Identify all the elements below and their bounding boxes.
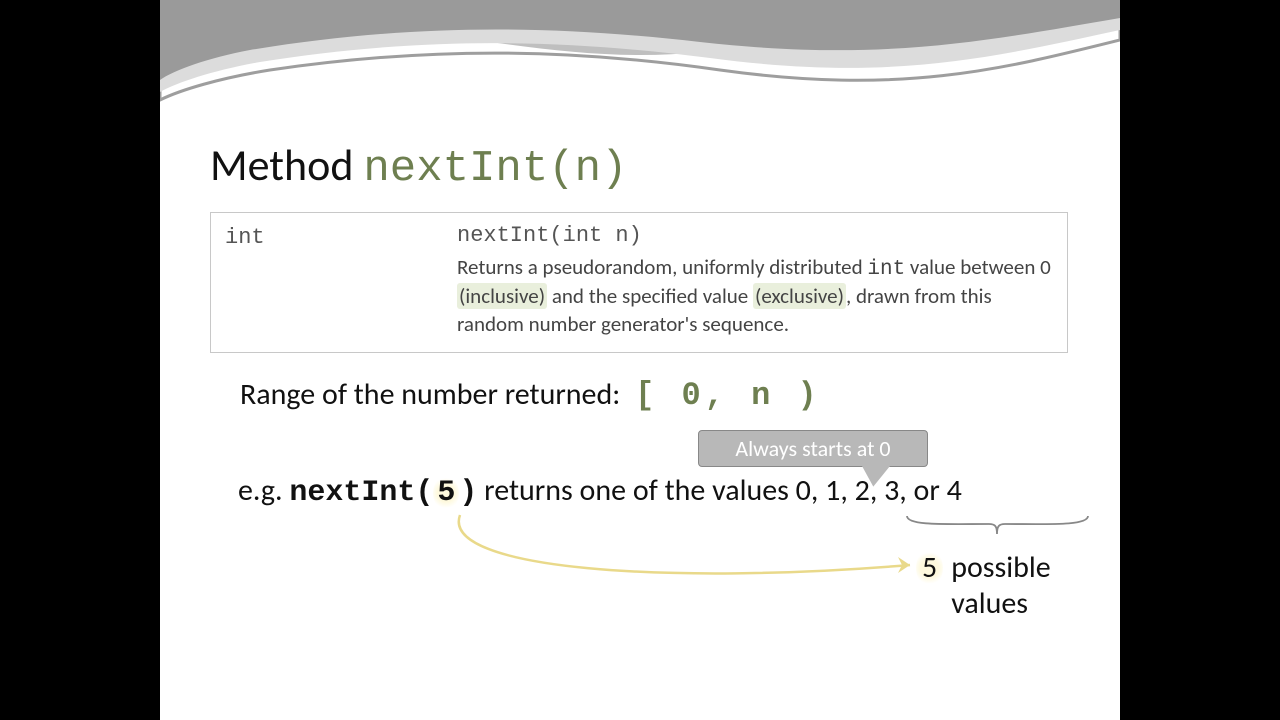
title-prefix: Method: [210, 138, 363, 192]
doc-return-type: int: [225, 223, 457, 250]
doc-box: int nextInt(int n) Returns a pseudorando…: [210, 212, 1068, 353]
possible-label2: values: [951, 585, 1028, 622]
possible-count-highlight: 5: [916, 550, 943, 586]
example-arg-highlight: 5: [433, 476, 459, 510]
example-call-open: nextInt(: [289, 476, 433, 510]
doc-text: and the specified value: [547, 283, 753, 309]
example-prefix: e.g.: [238, 472, 289, 509]
example-call-close: ): [459, 476, 477, 510]
example-suffix: returns one of the values 0, 1, 2, 3, or…: [477, 472, 961, 509]
range-line: Range of the number returned: [ 0, n ): [240, 376, 821, 414]
doc-description: Returns a pseudorandom, uniformly distri…: [457, 254, 1053, 338]
slide: Method nextInt(n) int nextInt(int n) Ret…: [160, 0, 1120, 720]
curve-arrow: [450, 510, 930, 600]
title-method: nextInt(n): [363, 144, 627, 194]
range-label: Range of the number returned:: [240, 376, 620, 413]
possible-label1: possible: [951, 549, 1051, 586]
doc-signature: nextInt(int n): [457, 223, 1053, 248]
example-line: e.g. nextInt(5) returns one of the value…: [238, 472, 962, 510]
doc-inclusive-highlight: (inclusive): [457, 283, 547, 309]
brace-icon: [905, 512, 1090, 542]
range-interval: [ 0, n ): [635, 377, 821, 414]
example-call: nextInt(5): [289, 476, 477, 510]
callout: Always starts at 0: [698, 430, 928, 467]
doc-text: value between 0: [905, 254, 1051, 280]
slide-title: Method nextInt(n): [210, 138, 627, 194]
doc-exclusive-highlight: (exclusive): [753, 283, 846, 309]
doc-int-type: int: [867, 258, 905, 281]
doc-text: Returns a pseudorandom, uniformly distri…: [457, 254, 867, 280]
possible-values: 5possible 5values: [916, 550, 1051, 622]
